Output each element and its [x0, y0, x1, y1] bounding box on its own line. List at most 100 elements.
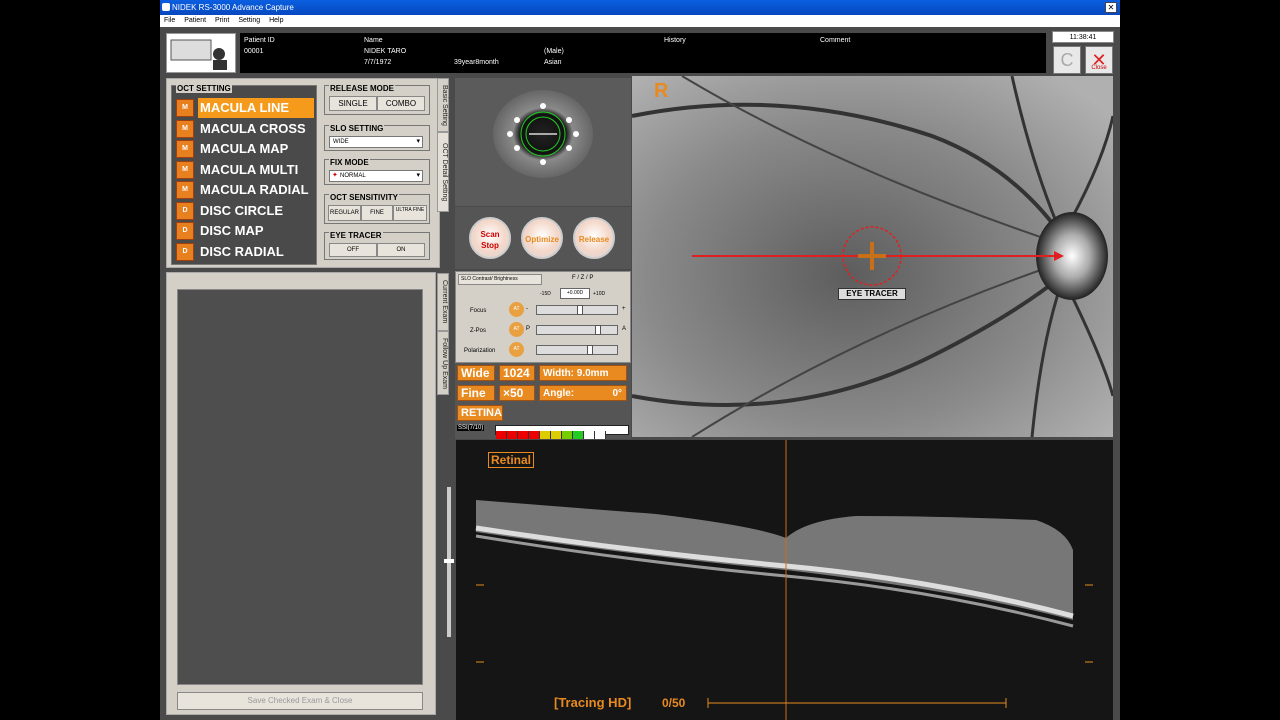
- settings-panel: OCT SETTING M MACULA LINE M MACULA CROSS M…: [166, 78, 440, 268]
- scan-mode-badge[interactable]: Wide: [457, 365, 495, 381]
- focus-max: +10D: [593, 291, 606, 297]
- exam-disc-circle[interactable]: D DISC CIRCLE: [176, 201, 314, 221]
- refresh-icon[interactable]: C: [1053, 46, 1081, 74]
- tab-basic-setting[interactable]: Basic Setting: [437, 78, 449, 132]
- patient-name: NIDEK TARO: [364, 48, 407, 55]
- zpos-auto-button[interactable]: AT: [509, 322, 524, 337]
- single-button[interactable]: SINGLE: [329, 96, 377, 111]
- release-button[interactable]: Release: [573, 217, 615, 259]
- tracer-on-button[interactable]: ON: [377, 243, 425, 257]
- menu-help[interactable]: Help: [269, 17, 283, 24]
- focus-label: Focus: [470, 308, 487, 314]
- eye-side-label: R: [654, 80, 669, 102]
- focus-slider[interactable]: [536, 305, 618, 315]
- tab-oct-detail-setting[interactable]: OCT Detail Setting: [437, 132, 449, 212]
- anterior-eye-view: [455, 78, 631, 206]
- exam-macula-line[interactable]: M MACULA LINE: [176, 98, 314, 118]
- scan-stop-button[interactable]: Scan Stop: [469, 217, 511, 259]
- capture-app: Patient ID 00001 Name NIDEK TARO 7/7/197…: [160, 27, 1120, 720]
- title-bar: NIDEK RS-3000 Advance Capture ✕: [160, 0, 1120, 15]
- menu-file[interactable]: File: [164, 17, 175, 24]
- window-close-button[interactable]: ✕: [1105, 2, 1117, 13]
- averaging-badge[interactable]: ×50: [499, 385, 535, 401]
- tab-follow-up-exam[interactable]: Follow Up Exam: [437, 331, 449, 395]
- angle-label: Angle:: [543, 388, 575, 399]
- fix-mode-group: FIX MODE ✦ NORMAL: [324, 158, 430, 185]
- ssi-bar: [495, 425, 629, 439]
- fzp-header: F / Z / P: [572, 275, 594, 281]
- quality-badge[interactable]: Fine: [457, 385, 495, 401]
- patient-race: Asian: [544, 59, 562, 66]
- exam-macula-multi[interactable]: M MACULA MULTI: [176, 160, 314, 180]
- tab-current-exam[interactable]: Current Exam: [437, 273, 449, 331]
- exam-disc-radial[interactable]: D DISC RADIAL: [176, 242, 314, 262]
- exam-macula-map[interactable]: M MACULA MAP: [176, 139, 314, 159]
- eye-tracer-label: EYE TRACER: [838, 288, 906, 300]
- macula-icon: M: [176, 161, 194, 179]
- patient-id-label: Patient ID: [244, 37, 275, 44]
- fix-mode-select[interactable]: ✦ NORMAL: [329, 170, 423, 182]
- eye-tracer-title: EYE TRACER: [329, 231, 383, 240]
- fine-button[interactable]: FINE: [361, 205, 393, 221]
- patient-dob: 7/7/1972: [364, 59, 392, 66]
- patient-age: 39year8month: [454, 59, 499, 66]
- bscan-slider-knob[interactable]: [444, 559, 454, 563]
- focus-value[interactable]: +0.00D: [560, 288, 590, 299]
- slo-setting-group: SLO SETTING WIDE: [324, 124, 430, 151]
- exam-label: DISC RADIAL: [200, 244, 284, 259]
- resolution-badge[interactable]: 1024: [499, 365, 535, 381]
- angle-badge[interactable]: Angle: 0°: [539, 385, 627, 401]
- patient-info-bar: Patient ID 00001 Name NIDEK TARO 7/7/197…: [240, 33, 1046, 73]
- focus-minus-label: -: [526, 306, 528, 312]
- zpos-slider[interactable]: [536, 325, 618, 335]
- menu-setting[interactable]: Setting: [238, 17, 260, 24]
- oct-bscan-view: Retinal [Tracing HD] 0/50: [456, 440, 1113, 720]
- exam-label: MACULA LINE: [198, 98, 314, 118]
- oct-setting-title: OCT SETTING: [176, 84, 232, 93]
- release-mode-group: RELEASE MODE SINGLE COMBO: [324, 84, 430, 115]
- close-icon[interactable]: ✕ Close: [1085, 46, 1113, 74]
- focus-plus-label: +: [622, 306, 626, 312]
- tracer-off-button[interactable]: OFF: [329, 243, 377, 257]
- clock: 11:38:41: [1052, 31, 1114, 43]
- polarization-slider[interactable]: [536, 345, 618, 355]
- ultra-fine-button[interactable]: ULTRA FINE: [393, 205, 427, 221]
- angle-value: 0°: [612, 388, 622, 399]
- slo-contrast-tab[interactable]: SLO Contrast/ Brightness: [458, 274, 542, 285]
- exam-disc-map[interactable]: D DISC MAP: [176, 221, 314, 241]
- polarization-auto-button[interactable]: AT: [509, 342, 524, 357]
- exam-list-area: [177, 289, 423, 685]
- slo-setting-title: SLO SETTING: [329, 124, 385, 133]
- save-checked-exam-button[interactable]: Save Checked Exam & Close: [177, 692, 423, 710]
- regular-button[interactable]: REGULAR: [328, 205, 361, 221]
- main-window: NIDEK RS-3000 Advance Capture ✕ File Pat…: [160, 0, 1120, 720]
- retinal-layer-label[interactable]: Retinal: [488, 452, 535, 468]
- patient-thumbnail: [166, 33, 236, 73]
- exam-macula-cross[interactable]: M MACULA CROSS: [176, 119, 314, 139]
- optimize-button[interactable]: Optimize: [521, 217, 563, 259]
- menu-print[interactable]: Print: [215, 17, 229, 24]
- polarization-slider-knob[interactable]: [587, 345, 593, 355]
- optimize-label: Optimize: [525, 235, 559, 244]
- slo-setting-select[interactable]: WIDE: [329, 136, 423, 148]
- focus-slider-knob[interactable]: [577, 305, 583, 315]
- exam-macula-radial[interactable]: M MACULA RADIAL: [176, 180, 314, 200]
- menu-patient[interactable]: Patient: [184, 17, 206, 24]
- slo-fundus-view: R EYE TRACER: [632, 76, 1113, 437]
- fixation-icon: ✦: [332, 172, 338, 179]
- exam-label: MACULA RADIAL: [200, 182, 309, 197]
- zpos-slider-knob[interactable]: [595, 325, 601, 335]
- exam-label: DISC MAP: [200, 223, 264, 238]
- fix-mode-title: FIX MODE: [329, 158, 370, 167]
- exam-label: DISC CIRCLE: [200, 203, 284, 218]
- disc-icon: D: [176, 222, 194, 240]
- tracing-count: 0/50: [662, 696, 686, 710]
- bscan-vertical-slider[interactable]: [444, 487, 454, 637]
- release-mode-title: RELEASE MODE: [329, 84, 396, 93]
- patient-sex: (Male): [544, 48, 564, 55]
- exam-label: MACULA MAP: [200, 141, 289, 156]
- combo-button[interactable]: COMBO: [377, 96, 425, 111]
- scan-width-badge[interactable]: Width: 9.0mm: [539, 365, 627, 381]
- layer-badge[interactable]: RETINA: [457, 405, 503, 421]
- focus-auto-button[interactable]: AT: [509, 302, 524, 317]
